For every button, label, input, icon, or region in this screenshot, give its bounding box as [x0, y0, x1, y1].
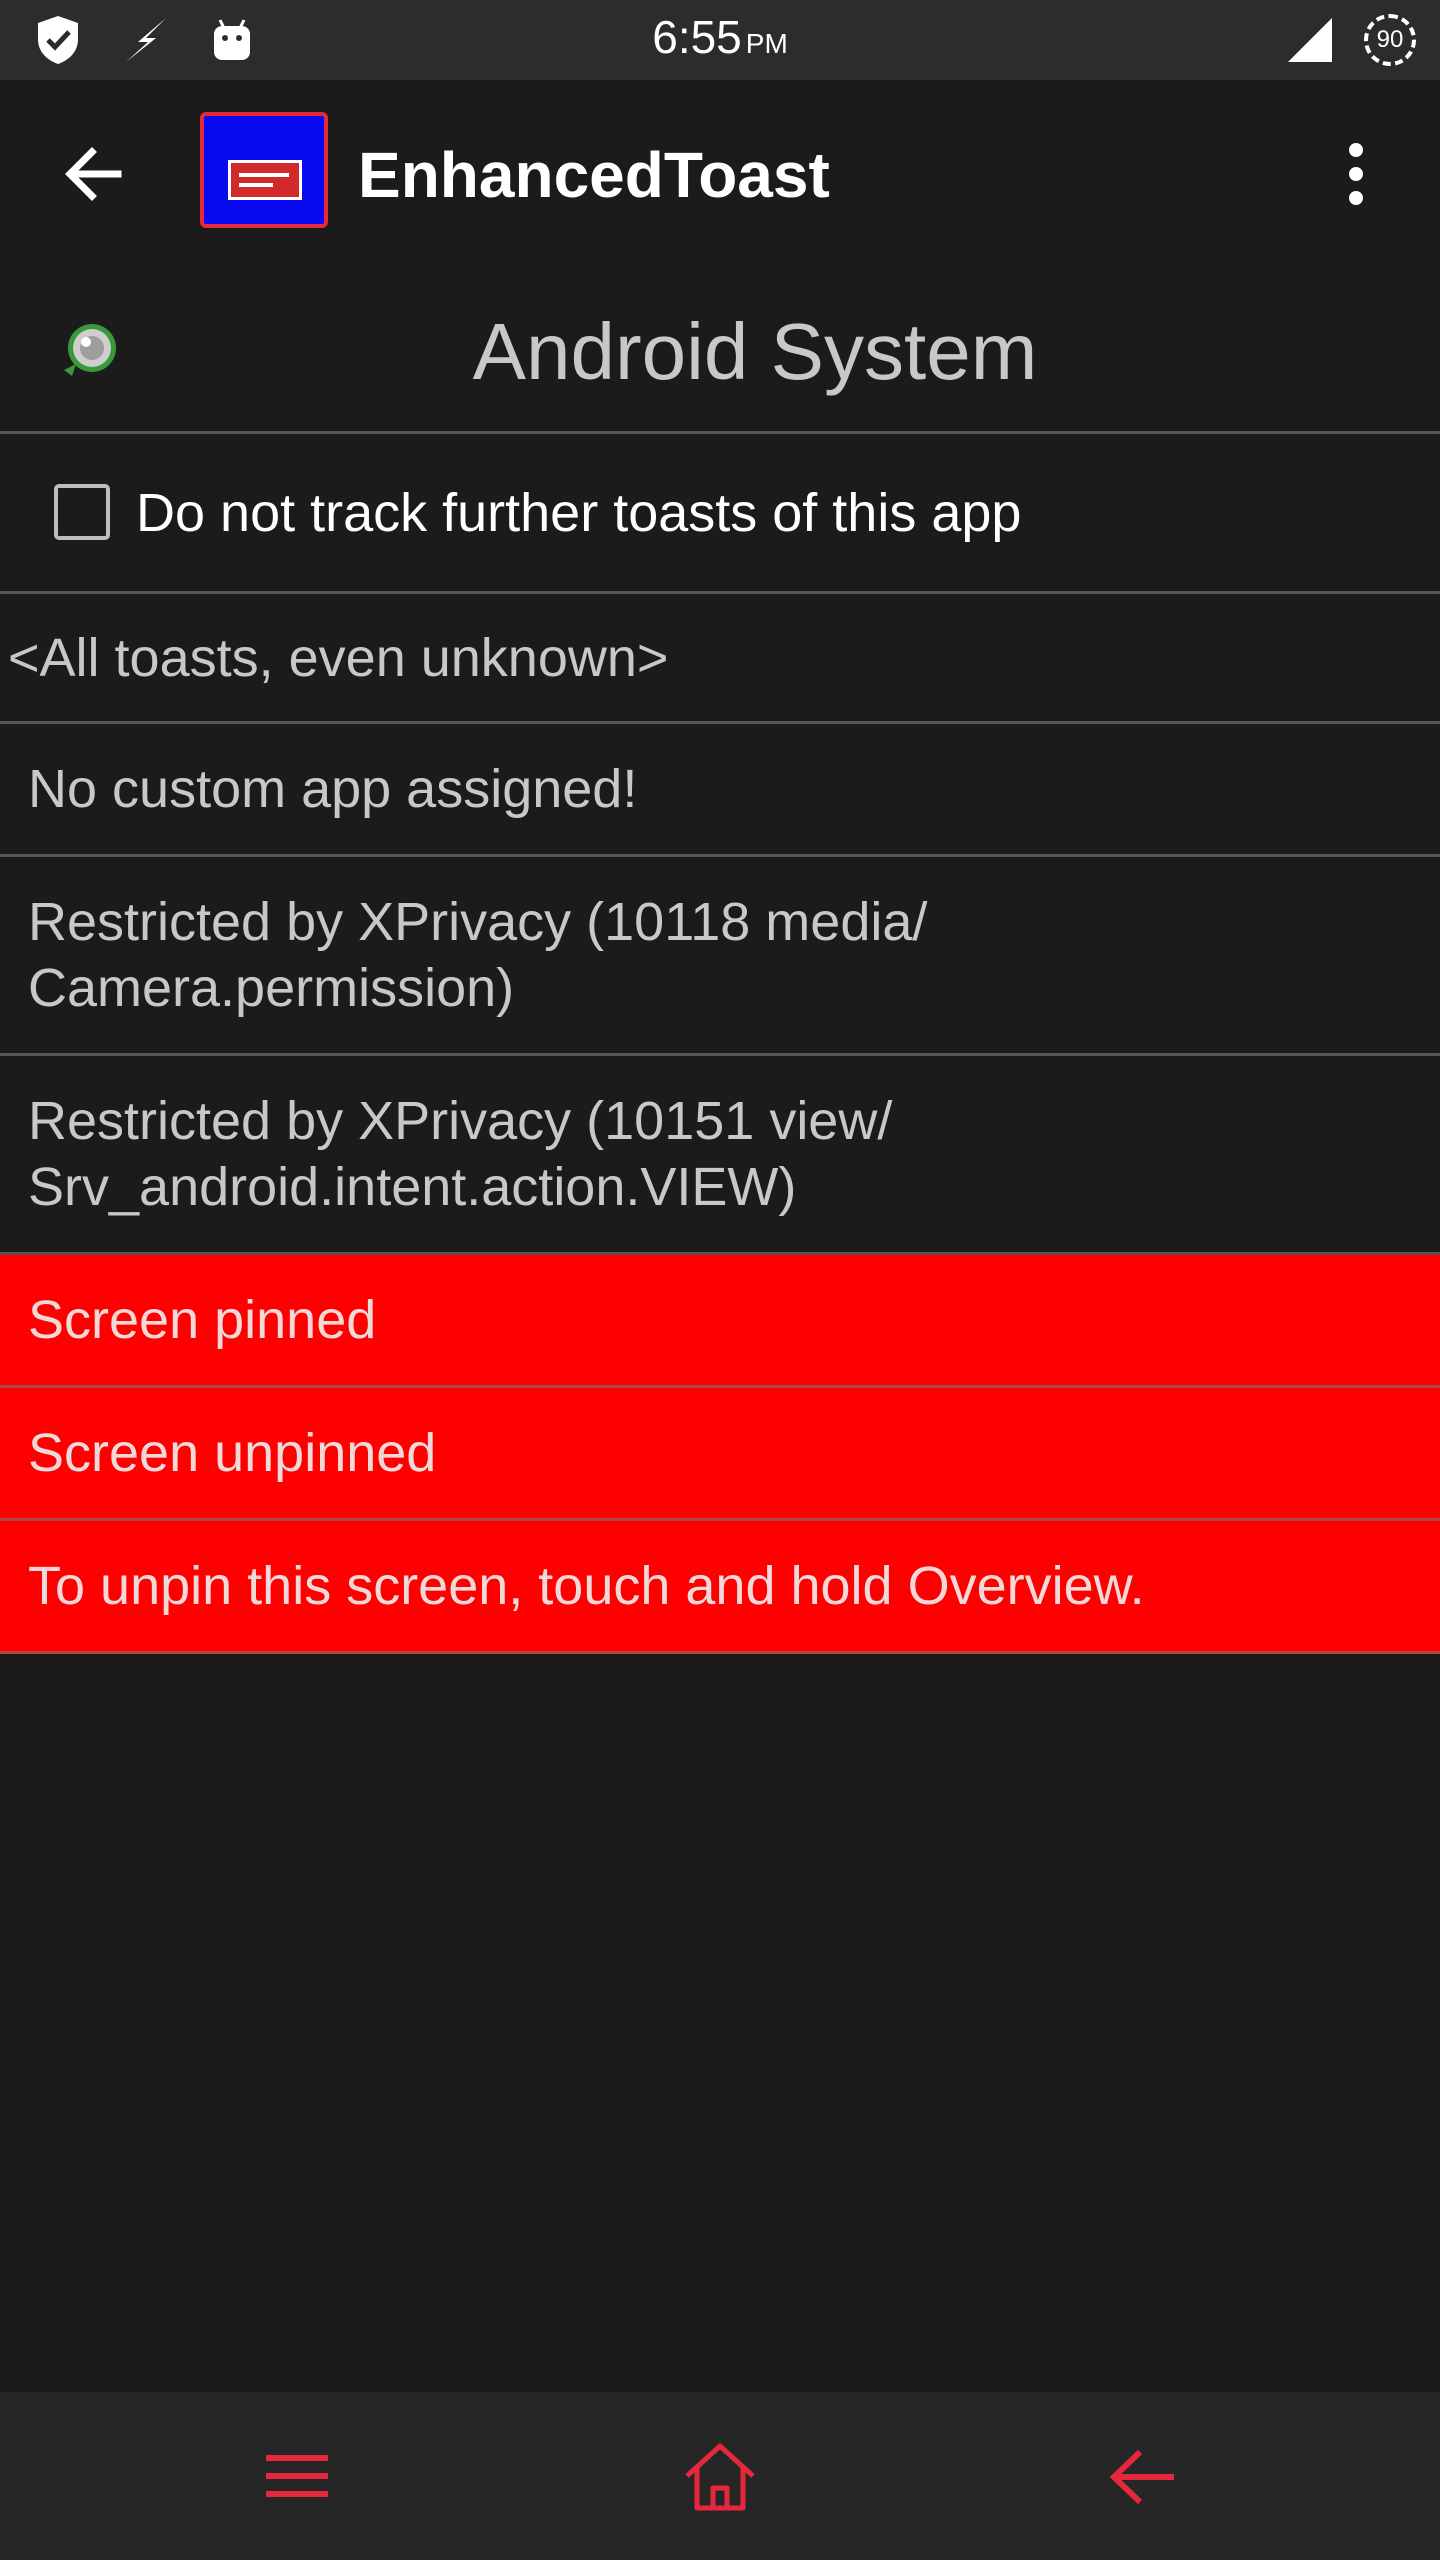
app-title: EnhancedToast [358, 139, 830, 211]
screen: 6:55 PM 90 EnhancedToast Android System … [0, 0, 1440, 2560]
app-header: Android System [0, 270, 1440, 434]
list-item-label: No custom app assigned! [28, 759, 638, 819]
list-item-all-toasts[interactable]: <All toasts, even unknown> [0, 594, 1440, 724]
list-item-screen-unpinned[interactable]: Screen unpinned [0, 1388, 1440, 1521]
do-not-track-checkbox[interactable] [54, 484, 110, 540]
list-item-screen-pinned[interactable]: Screen pinned [0, 1255, 1440, 1388]
toast-icon [228, 160, 302, 200]
home-icon[interactable] [675, 2432, 765, 2522]
list-item-label: Screen unpinned [28, 1423, 437, 1483]
list-item-label: Restricted by XPrivacy (10151 view/ Srv_… [28, 1091, 893, 1217]
clock-time: 6:55 [652, 11, 742, 63]
page-title: Android System [472, 307, 1038, 396]
back-arrow-icon[interactable] [1098, 2432, 1188, 2522]
list-item-label: Screen pinned [28, 1290, 377, 1350]
battery-icon: 90 [1364, 14, 1416, 66]
list-item-label: <All toasts, even unknown> [8, 627, 669, 688]
list-item-label: To unpin this screen, touch and hold Ove… [28, 1556, 1145, 1616]
more-vert-icon[interactable] [1326, 136, 1386, 212]
do-not-track-row[interactable]: Do not track further toasts of this app [0, 434, 1440, 594]
do-not-track-label: Do not track further toasts of this app [136, 483, 1022, 543]
clock-ampm: PM [745, 28, 788, 59]
battery-level: 90 [1376, 26, 1404, 53]
app-bar: EnhancedToast [0, 80, 1440, 270]
menu-icon[interactable] [252, 2432, 342, 2522]
arrow-back-icon[interactable] [56, 136, 132, 212]
app-logo [200, 112, 328, 228]
list-item-unpin-hint[interactable]: To unpin this screen, touch and hold Ove… [0, 1521, 1440, 1654]
status-clock: 6:55 PM [0, 10, 1440, 64]
list-item-no-custom-app[interactable]: No custom app assigned! [0, 724, 1440, 857]
list-item-restricted-view[interactable]: Restricted by XPrivacy (10151 view/ Srv_… [0, 1056, 1440, 1255]
cell-signal-icon [1288, 18, 1332, 62]
list-item-label: Restricted by XPrivacy (10118 media/ Cam… [28, 892, 928, 1018]
bottom-navigation-bar [0, 2392, 1440, 2560]
list-item-restricted-camera[interactable]: Restricted by XPrivacy (10118 media/ Cam… [0, 857, 1440, 1056]
toast-list: <All toasts, even unknown> No custom app… [0, 594, 1440, 1654]
status-right-icons: 90 [1286, 12, 1416, 68]
status-bar: 6:55 PM 90 [0, 0, 1440, 80]
